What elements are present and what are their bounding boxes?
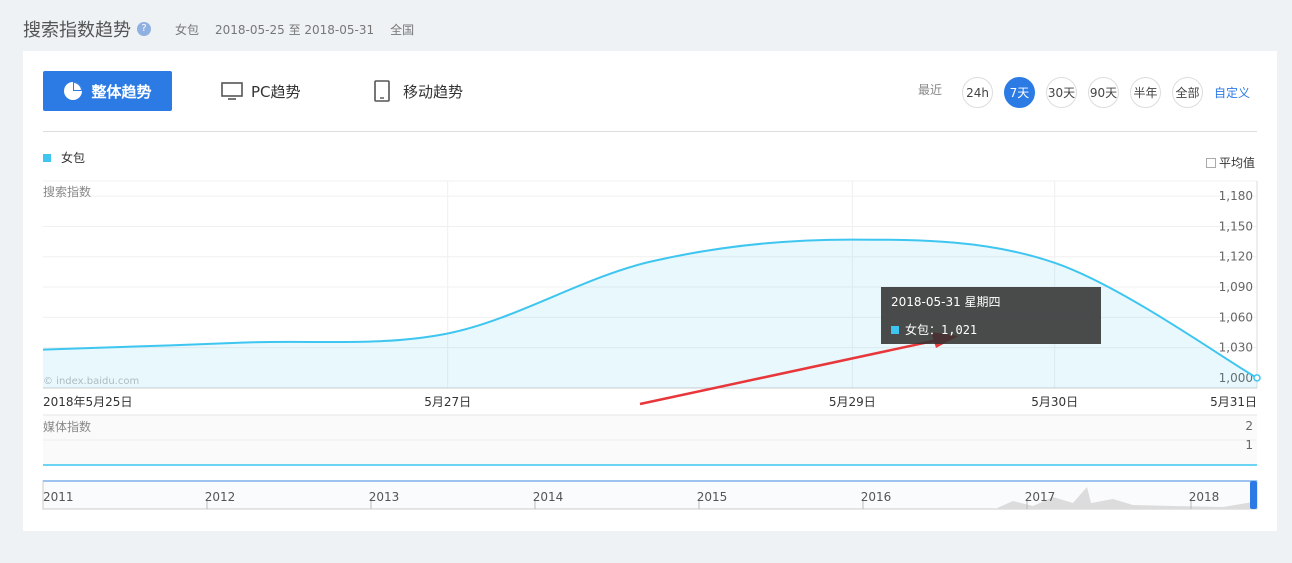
keyword-label: 女包	[175, 22, 200, 37]
media-index-title: 媒体指数	[43, 419, 91, 434]
navigator-year-label: 2014	[533, 490, 564, 504]
navigator-year-label: 2012	[205, 490, 236, 504]
data-point	[1253, 374, 1261, 382]
y-tick-label: 1,180	[1219, 189, 1253, 203]
y-tick-label: 1,030	[1219, 341, 1253, 355]
region-label: 全国	[390, 22, 415, 37]
x-tick-label: 5月30日	[1031, 395, 1078, 409]
y-tick-label: 1,090	[1219, 280, 1253, 294]
y-axis-title: 搜索指数	[43, 184, 91, 199]
media-y-tick-label: 2	[1245, 419, 1253, 433]
navigator-year-label: 2015	[697, 490, 728, 504]
chart-panel: 整体趋势 PC趋势 移动趋势 最近 24h 7天 30天 90天 半年 全部 自…	[23, 51, 1277, 531]
x-tick-label: 5月29日	[829, 395, 876, 409]
navigator-year-label: 2013	[369, 490, 400, 504]
y-tick-label: 1,150	[1219, 219, 1253, 233]
tooltip-swatch	[891, 325, 899, 334]
tooltip-label: 女包：	[905, 323, 942, 337]
x-tick-label: 2018年5月25日	[43, 395, 132, 409]
media-y-tick-label: 1	[1245, 438, 1253, 452]
page-title: 搜索指数趋势	[23, 20, 131, 41]
header: 搜索指数趋势 ? 女包 2018-05-25 至 2018-05-31 全国	[23, 14, 430, 44]
tooltip: 2018-05-31 星期四 女包： 1,021	[881, 287, 1101, 344]
navigator-handle	[1250, 481, 1257, 509]
y-tick-label: 1,120	[1219, 250, 1253, 264]
navigator-year-label: 2018	[1189, 490, 1220, 504]
y-tick-label: 1,060	[1219, 310, 1253, 324]
navigator-year-label: 2011	[43, 490, 74, 504]
tooltip-row: 女包： 1,021	[891, 321, 977, 338]
date-range-label: 2018-05-25 至 2018-05-31	[215, 22, 375, 37]
help-icon[interactable]: ?	[137, 22, 151, 36]
navigator-year-label: 2017	[1025, 490, 1056, 504]
tooltip-date: 2018-05-31 星期四	[891, 295, 1001, 309]
x-tick-label: 5月27日	[424, 395, 471, 409]
navigator-year-label: 2016	[861, 490, 892, 504]
tooltip-value: 1,021	[941, 322, 978, 337]
x-tick-label: 5月31日	[1210, 395, 1257, 409]
